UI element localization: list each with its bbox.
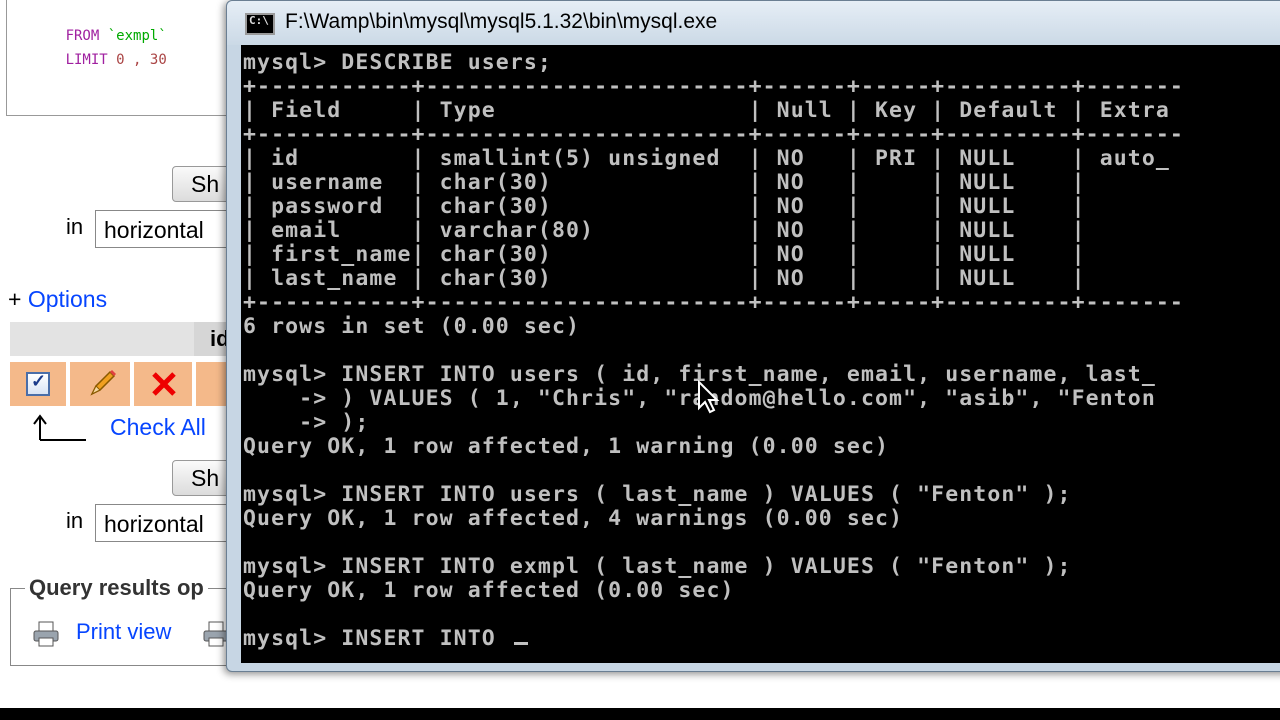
show-button[interactable]: Sh xyxy=(172,166,232,202)
in-label: in xyxy=(66,214,84,239)
in-label-bottom: in xyxy=(66,508,84,533)
header-cell xyxy=(10,322,194,356)
pencil-icon[interactable] xyxy=(84,366,120,402)
sql-keyword: LIMIT xyxy=(65,52,108,68)
command-prompt-icon: C:\ xyxy=(245,13,275,35)
edit-cell[interactable] xyxy=(74,362,134,406)
display-mode-select[interactable]: horizontal xyxy=(95,210,235,248)
table-row xyxy=(10,362,230,406)
expand-plus-icon: + xyxy=(8,286,22,312)
sql-query-preview: FROM `exmpl` LIMIT 0 , 30 xyxy=(6,0,236,116)
console-output[interactable]: mysql> DESCRIBE users; +-----------+-----… xyxy=(241,45,1280,663)
check-all-link[interactable]: Check All xyxy=(110,414,206,441)
console-line: | password | char(30) | NO | | NULL | xyxy=(243,194,1086,219)
window-title: F:\Wamp\bin\mysql\mysql5.1.32\bin\mysql.… xyxy=(285,10,718,33)
command-prompt-icon-label: C:\ xyxy=(249,14,269,27)
sql-limit-values: 0 , 30 xyxy=(116,52,167,68)
console-line: Query OK, 1 row affected, 4 warnings (0.… xyxy=(243,506,904,531)
query-results-legend: Query results op xyxy=(25,575,208,601)
mysql-console-window[interactable]: C:\ F:\Wamp\bin\mysql\mysql5.1.32\bin\my… xyxy=(226,0,1280,672)
delete-cell[interactable] xyxy=(136,362,196,406)
display-mode-select-bottom[interactable]: horizontal xyxy=(95,504,235,542)
console-line: Query OK, 1 row affected (0.00 sec) xyxy=(243,578,735,603)
results-header-row: id xyxy=(10,322,230,356)
console-line: -> ); xyxy=(243,410,370,435)
console-line: | first_name| char(30) | NO | | NULL | xyxy=(243,242,1086,267)
show-button-bottom[interactable]: Sh xyxy=(172,460,232,496)
query-results-operations: Query results op Print view xyxy=(10,575,240,666)
console-line: +-----------+-----------------------+---… xyxy=(243,74,1184,99)
console-line: mysql> INSERT INTO exmpl ( last_name ) V… xyxy=(243,554,1072,579)
options-link-text[interactable]: Options xyxy=(28,286,107,312)
console-line: mysql> DESCRIBE users; xyxy=(243,50,552,75)
console-line: | id | smallint(5) unsigned | NO | PRI |… xyxy=(243,146,1170,171)
console-line: | username | char(30) | NO | | NULL | xyxy=(243,170,1086,195)
sql-line-limit: LIMIT 0 , 30 xyxy=(15,36,167,84)
console-line: | Field | Type | Null | Key | Default | … xyxy=(243,98,1170,123)
console-line: | email | varchar(80) | NO | | NULL | xyxy=(243,218,1086,243)
options-toggle[interactable]: + Options xyxy=(8,286,107,313)
delete-icon[interactable] xyxy=(148,368,180,400)
row-checkbox[interactable] xyxy=(26,371,50,396)
window-title-bar[interactable]: C:\ F:\Wamp\bin\mysql\mysql5.1.32\bin\my… xyxy=(227,1,1280,45)
console-line: mysql> INSERT INTO xyxy=(243,627,1184,651)
console-line: +-----------+-----------------------+---… xyxy=(243,290,1184,315)
row-checkbox-cell[interactable] xyxy=(10,362,70,406)
printer-icon[interactable] xyxy=(31,619,61,649)
console-line: +-----------+-----------------------+---… xyxy=(243,122,1184,147)
console-line: Query OK, 1 row affected, 1 warning (0.0… xyxy=(243,434,890,459)
console-line: 6 rows in set (0.00 sec) xyxy=(243,314,581,339)
console-line: | last_name | char(30) | NO | | NULL | xyxy=(243,266,1086,291)
console-line: mysql> INSERT INTO users ( last_name ) V… xyxy=(243,482,1072,507)
check-all-arrow-icon xyxy=(33,414,86,441)
mouse-pointer-icon xyxy=(698,380,720,414)
screen-bottom-bar xyxy=(0,708,1280,720)
console-lines: mysql> DESCRIBE users; +-----------+-----… xyxy=(243,51,1184,651)
text-cursor xyxy=(513,642,528,645)
print-view-link[interactable]: Print view xyxy=(76,619,171,645)
